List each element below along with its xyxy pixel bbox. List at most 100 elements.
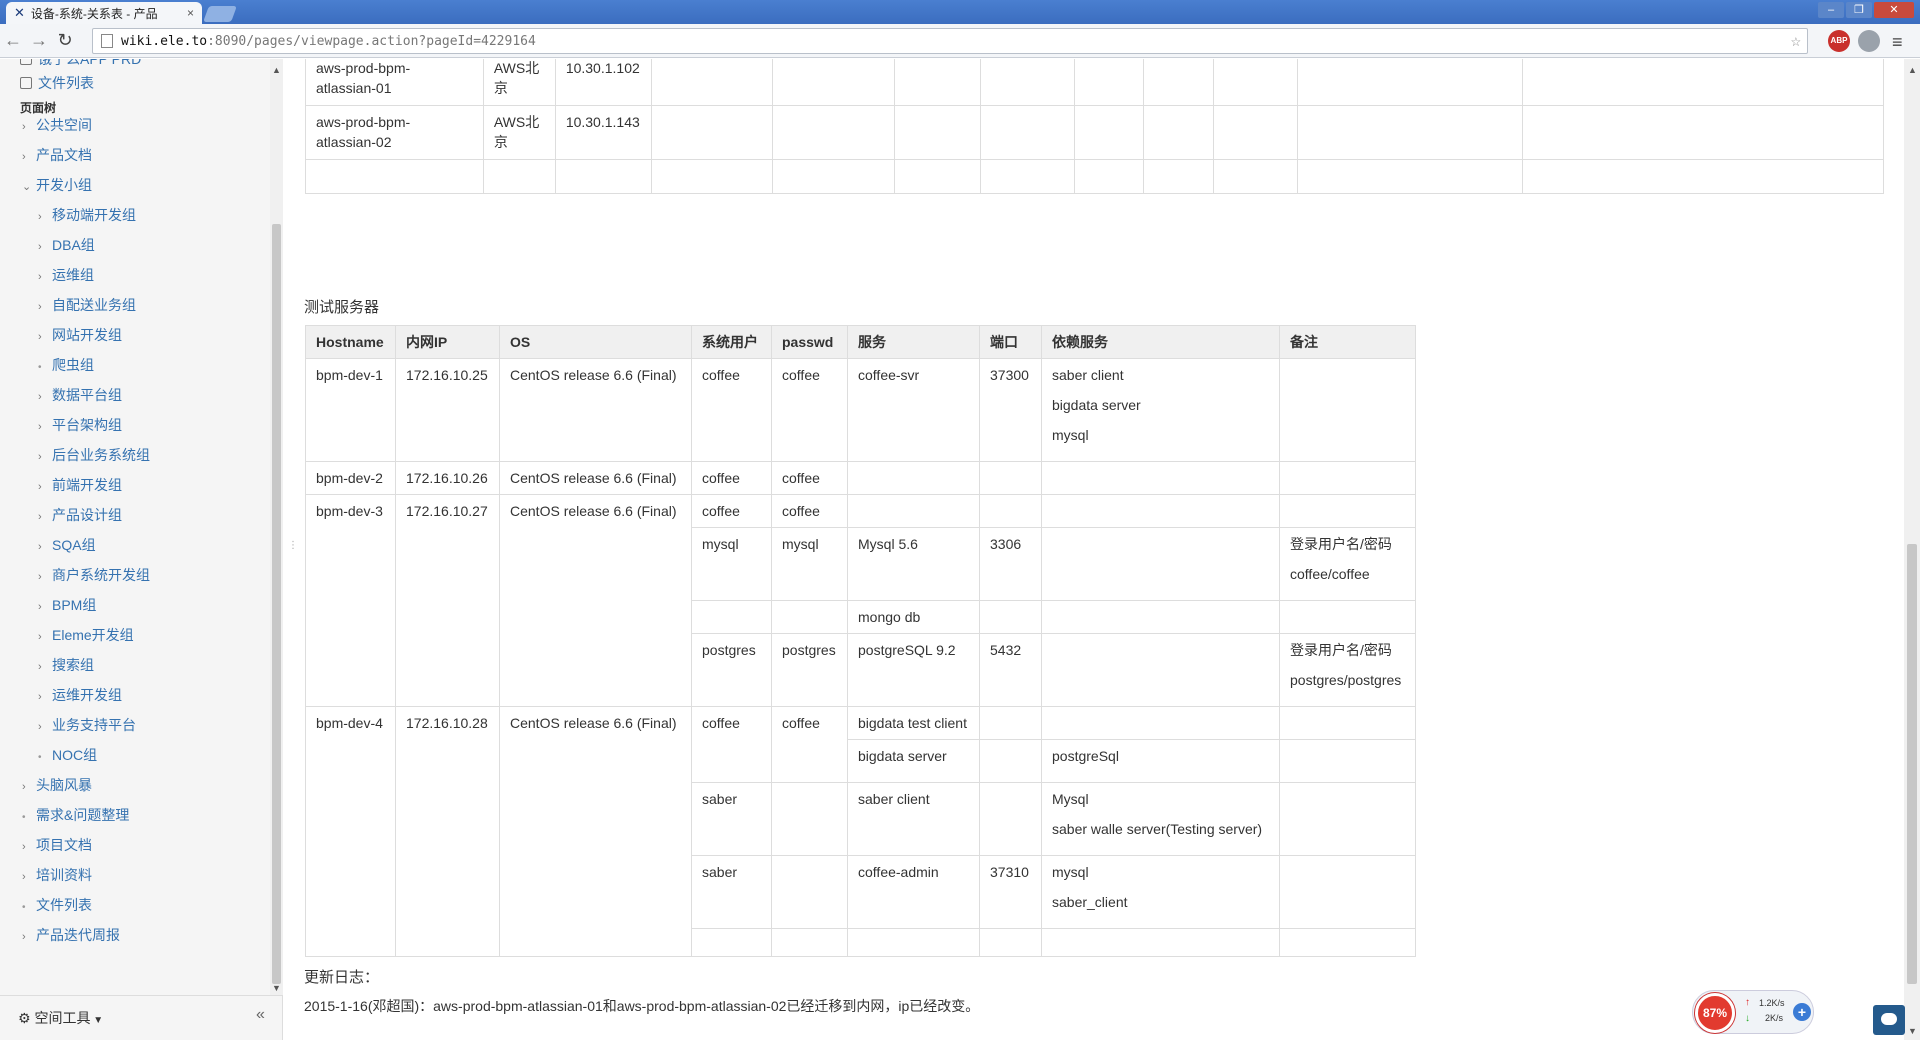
chevron-right-icon[interactable]: › (38, 535, 52, 559)
scroll-up-icon[interactable]: ▲ (272, 65, 281, 75)
tree-item-label: 业务支持平台 (52, 717, 136, 733)
restore-icon[interactable]: ❐ (1846, 2, 1872, 18)
scroll-up-icon[interactable]: ▲ (1908, 65, 1917, 75)
tree-item-label: 自配送业务组 (52, 297, 136, 313)
sidebar-scrollbar[interactable]: ▲ ▼ (270, 59, 283, 995)
menu-icon[interactable]: ≡ (1892, 32, 1903, 53)
download-arrow-icon: ↓ (1745, 1013, 1750, 1024)
scroll-down-icon[interactable]: ▼ (1908, 1026, 1917, 1036)
os-cell: CentOS release 6.6 (Final) (499, 706, 692, 957)
page-scrollbar[interactable]: ▲ ▼ (1904, 59, 1920, 1040)
tree-item[interactable]: › 业务支持平台 (38, 713, 136, 737)
deps-cell-line: saber walle server(Testing server) (1052, 821, 1263, 837)
tree-item[interactable]: › 产品迭代周报 (22, 923, 120, 947)
tree-item[interactable]: › 移动端开发组 (38, 203, 136, 227)
tree-item[interactable]: › 后台业务系统组 (38, 443, 150, 467)
chevron-right-icon[interactable]: › (22, 865, 36, 889)
tree-item[interactable]: › 公共空间 (22, 113, 92, 137)
table-row-empty (305, 159, 1884, 194)
tree-item[interactable]: › 产品设计组 (38, 503, 122, 527)
tree-item[interactable]: › 商户系统开发组 (38, 563, 150, 587)
tree-item[interactable]: › 自配送业务组 (38, 293, 136, 317)
chevron-right-icon[interactable]: › (38, 625, 52, 649)
chat-bubble-icon[interactable] (1873, 1005, 1905, 1035)
plus-icon[interactable]: + (1793, 1003, 1811, 1021)
tree-item[interactable]: › Eleme开发组 (38, 623, 134, 647)
scroll-down-icon[interactable]: ▼ (272, 983, 281, 993)
tree-item[interactable]: › 运维组 (38, 263, 94, 287)
update-log-text: 2015-1-16(邓超国)：aws-prod-bpm-atlassian-01… (304, 998, 980, 1014)
chevron-right-icon[interactable]: › (38, 235, 52, 259)
chevron-right-icon[interactable]: › (38, 715, 52, 739)
chevron-right-icon[interactable]: › (38, 565, 52, 589)
tree-item[interactable]: › 搜索组 (38, 653, 94, 677)
tree-item[interactable]: › 运维开发组 (38, 683, 122, 707)
tree-item-label: 产品文档 (36, 147, 92, 163)
note-cell (1279, 358, 1416, 462)
page-scroll-thumb[interactable] (1907, 544, 1917, 984)
chevron-right-icon[interactable]: › (38, 205, 52, 229)
tree-item-label: BPM组 (52, 597, 97, 613)
reload-icon[interactable]: ↻ (52, 30, 78, 51)
extension-icon[interactable] (1858, 30, 1880, 52)
table-row: aws-prod-bpm-atlassian-02 AWS北京 10.30.1.14… (305, 105, 1884, 160)
tree-item[interactable]: › DBA组 (38, 233, 95, 257)
address-bar[interactable]: wiki.ele.to:8090/pages/viewpage.action?p… (92, 28, 1808, 54)
chevron-right-icon[interactable]: › (22, 925, 36, 949)
tree-item[interactable]: • 文件列表 (22, 893, 92, 917)
table-cell (772, 105, 896, 160)
column-header: 内网IP (395, 325, 500, 359)
chevron-right-icon[interactable]: › (38, 655, 52, 679)
chevron-right-icon[interactable]: › (38, 265, 52, 289)
system-monitor-widget[interactable]: 87% ↑ 1.2K/s ↓ 2K/s + (1692, 990, 1814, 1034)
chevron-right-icon[interactable]: › (38, 685, 52, 709)
forward-icon[interactable]: → (26, 30, 52, 51)
chevron-right-icon[interactable]: › (38, 595, 52, 619)
adblock-icon[interactable]: ABP (1828, 30, 1850, 52)
browser-tab[interactable]: ✕ 设备-系统-关系表 - 产品 × (6, 2, 202, 24)
tree-item[interactable]: › 数据平台组 (38, 383, 122, 407)
chevron-right-icon[interactable]: › (38, 445, 52, 469)
tree-item[interactable]: › 产品文档 (22, 143, 92, 167)
tree-item[interactable]: › 项目文档 (22, 833, 92, 857)
space-tools-button[interactable]: ⚙ 空间工具 ▼ (18, 1008, 103, 1028)
chevron-right-icon[interactable]: › (38, 475, 52, 499)
tree-item[interactable]: ⌄ 开发小组 (22, 173, 92, 197)
chevron-right-icon[interactable]: › (22, 775, 36, 799)
tree-item[interactable]: › BPM组 (38, 593, 96, 617)
user-cell: saber (691, 782, 772, 856)
close-window-icon[interactable]: ✕ (1874, 2, 1914, 18)
tree-item-label: 产品迭代周报 (36, 927, 120, 943)
tree-item-label: 运维组 (52, 267, 94, 283)
chevron-right-icon[interactable]: › (22, 115, 36, 139)
tree-item[interactable]: › 平台架构组 (38, 413, 122, 437)
tree-item[interactable]: › 前端开发组 (38, 473, 122, 497)
chevron-right-icon[interactable]: › (38, 325, 52, 349)
tree-item[interactable]: › SQA组 (38, 533, 96, 557)
chevron-right-icon[interactable]: › (38, 505, 52, 529)
sidebar-top-item[interactable]: 文件列表 (20, 71, 94, 95)
collapse-sidebar-icon[interactable]: « (256, 1006, 265, 1024)
tree-item[interactable]: › 网站开发组 (38, 323, 122, 347)
chevron-right-icon[interactable]: › (22, 145, 36, 169)
chevron-down-icon[interactable]: ⌄ (22, 175, 36, 199)
new-tab-button[interactable] (203, 6, 237, 22)
tab-close-icon[interactable]: × (187, 6, 194, 20)
column-header: Hostname (305, 325, 396, 359)
minimize-icon[interactable]: – (1818, 2, 1844, 18)
chevron-right-icon[interactable]: › (38, 415, 52, 439)
tree-item[interactable]: • 需求&问题整理 (22, 803, 129, 827)
bookmark-star-icon[interactable]: ☆ (1791, 31, 1801, 51)
chevron-right-icon[interactable]: › (38, 385, 52, 409)
caret-down-icon: ▼ (90, 1015, 104, 1026)
tree-item[interactable]: › 培训资料 (22, 863, 92, 887)
gear-icon: ⚙ (18, 1010, 35, 1026)
chevron-right-icon[interactable]: › (22, 835, 36, 859)
tree-item[interactable]: • NOC组 (38, 743, 97, 767)
sidebar-top-item[interactable]: 饿了么APP PRD (20, 59, 141, 71)
chevron-right-icon[interactable]: › (38, 295, 52, 319)
sidebar-scroll-thumb[interactable] (272, 224, 281, 984)
back-icon[interactable]: ← (0, 30, 26, 51)
tree-item[interactable]: › 头脑风暴 (22, 773, 92, 797)
tree-item[interactable]: • 爬虫组 (38, 353, 94, 377)
